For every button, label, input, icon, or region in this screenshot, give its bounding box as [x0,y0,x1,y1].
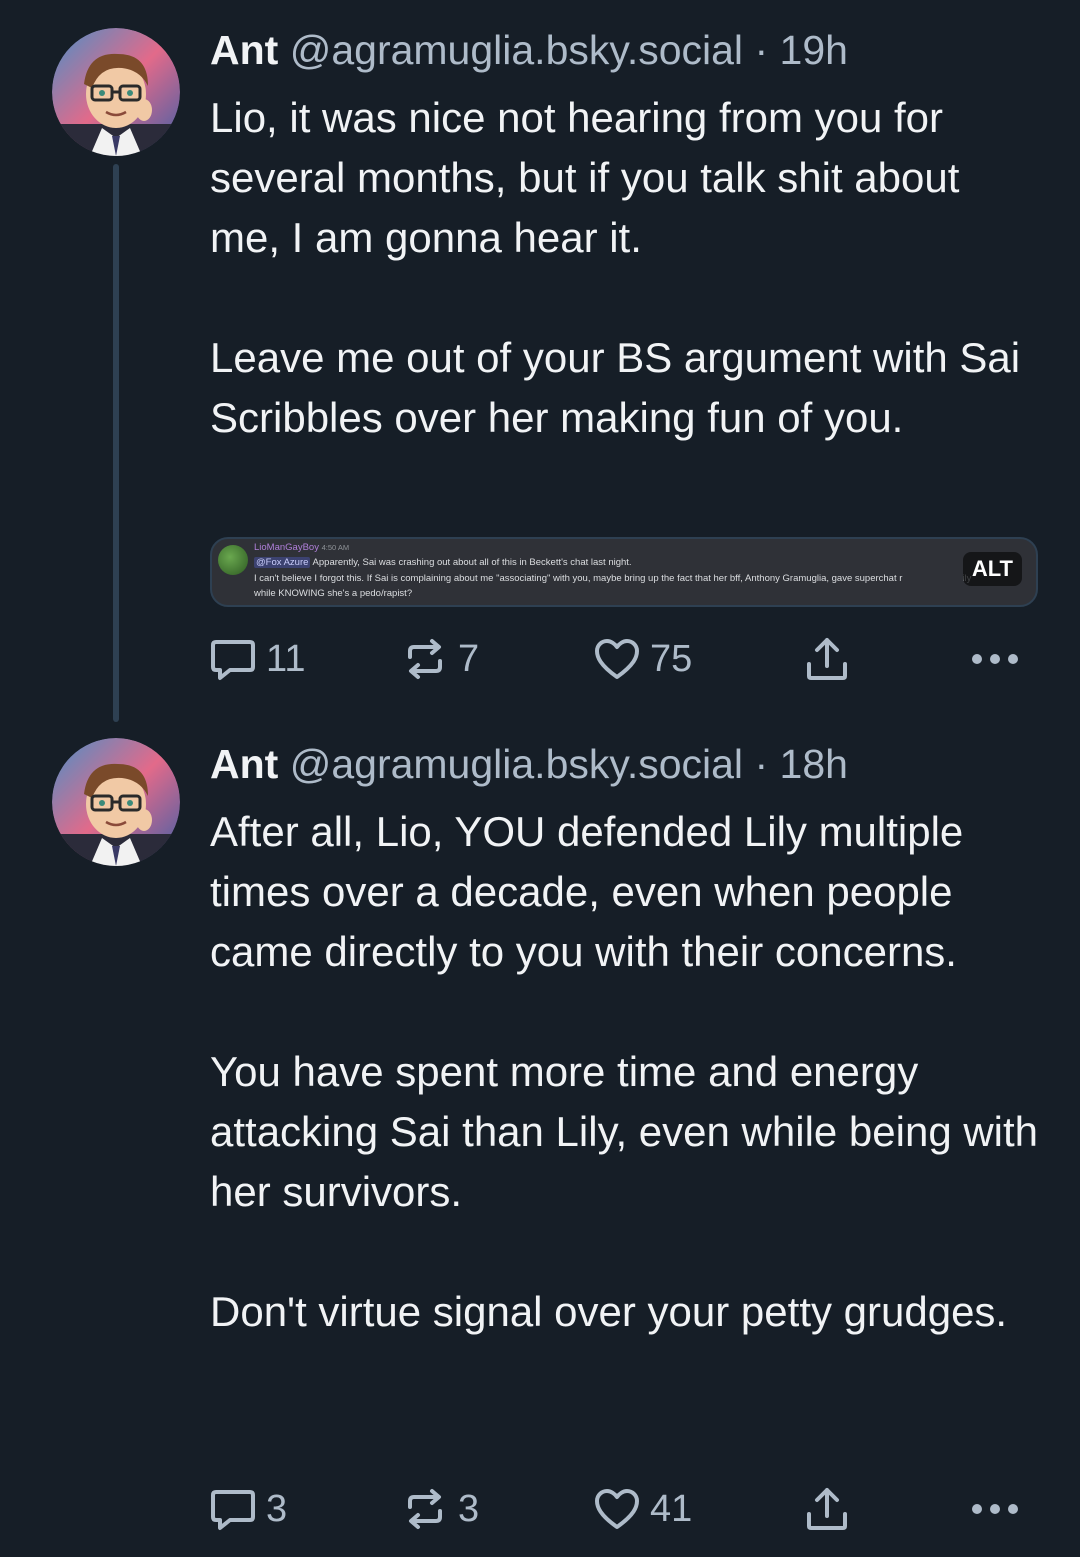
repost-button[interactable]: 3 [402,1484,479,1534]
embed-header: LioManGayBoy 4:50 AM [254,542,349,553]
post-header: Ant @agramuglia.bsky.social · 19h [210,26,848,75]
repost-count: 7 [458,637,480,680]
embed-text: while KNOWING she's a pedo/rapist? [254,588,413,599]
reply-count: 3 [266,1487,288,1530]
image-embed[interactable]: LioManGayBoy 4:50 AM @Fox Azure Apparent… [210,537,1038,607]
embed-text: Apparently, Sai was crashing out about a… [312,557,632,568]
like-button[interactable]: 75 [594,634,692,684]
repost-button[interactable]: 7 [402,634,479,684]
repost-icon [408,639,442,679]
post-time[interactable]: 19h [780,27,848,73]
avatar-illustration-icon [52,28,180,156]
embed-text: I can't believe I forgot this. If Sai is… [254,573,903,584]
like-button[interactable]: 41 [594,1484,692,1534]
embed-mention: @Fox Azure [254,557,311,568]
post-time[interactable]: 18h [780,741,848,787]
embed-line-3: while KNOWING she's a pedo/rapist? [254,588,412,599]
reply-count: 11 [266,637,306,680]
thread-line [113,164,119,722]
share-icon [807,1488,847,1530]
alt-badge[interactable]: ALT [962,552,1022,586]
share-button[interactable] [804,1484,850,1534]
reply-icon [211,1490,255,1530]
avatar-illustration-icon [52,738,180,866]
separator-dot: · [754,741,769,787]
author-name[interactable]: Ant [210,741,278,787]
author-handle[interactable]: @agramuglia.bsky.social [290,27,743,73]
reply-icon [211,640,255,680]
post-actions: 3 3 41 [210,1484,1040,1534]
author-name[interactable]: Ant [210,27,278,73]
post-paragraph: Lio, it was nice not hearing from you fo… [210,94,960,261]
more-button[interactable] [970,1484,1020,1534]
share-icon [807,638,847,680]
embed-timestamp: 4:50 AM [321,543,350,552]
embed-line-2: I can't believe I forgot this. If Sai is… [254,573,971,584]
post-body: Lio, it was nice not hearing from you fo… [210,88,1040,448]
post-actions: 11 7 75 [210,634,1040,684]
embed-username: LioManGayBoy [254,542,319,553]
author-handle[interactable]: @agramuglia.bsky.social [290,741,743,787]
embedded-avatar [218,545,248,575]
reply-button[interactable]: 3 [210,1484,287,1534]
heart-icon [595,639,639,679]
heart-icon [595,1489,639,1529]
repost-count: 3 [458,1487,480,1530]
more-icon [972,654,1018,664]
embed-line-1: @Fox Azure Apparently, Sai was crashing … [254,557,632,568]
post-paragraph: Leave me out of your BS argument with Sa… [210,334,1021,441]
separator-dot: · [754,27,769,73]
post-paragraph: Don't virtue signal over your petty grud… [210,1288,1008,1335]
more-icon [972,1504,1018,1514]
post-body: After all, Lio, YOU defended Lily multip… [210,802,1040,1342]
post-paragraph: You have spent more time and energy atta… [210,1048,1039,1215]
repost-icon [408,1489,442,1529]
like-count: 41 [650,1487,693,1530]
author-avatar[interactable] [52,738,180,866]
post-header: Ant @agramuglia.bsky.social · 18h [210,740,848,789]
share-button[interactable] [804,634,850,684]
more-button[interactable] [970,634,1020,684]
author-avatar[interactable] [52,28,180,156]
reply-button[interactable]: 11 [210,634,305,684]
post-paragraph: After all, Lio, YOU defended Lily multip… [210,808,964,975]
like-count: 75 [650,637,693,680]
